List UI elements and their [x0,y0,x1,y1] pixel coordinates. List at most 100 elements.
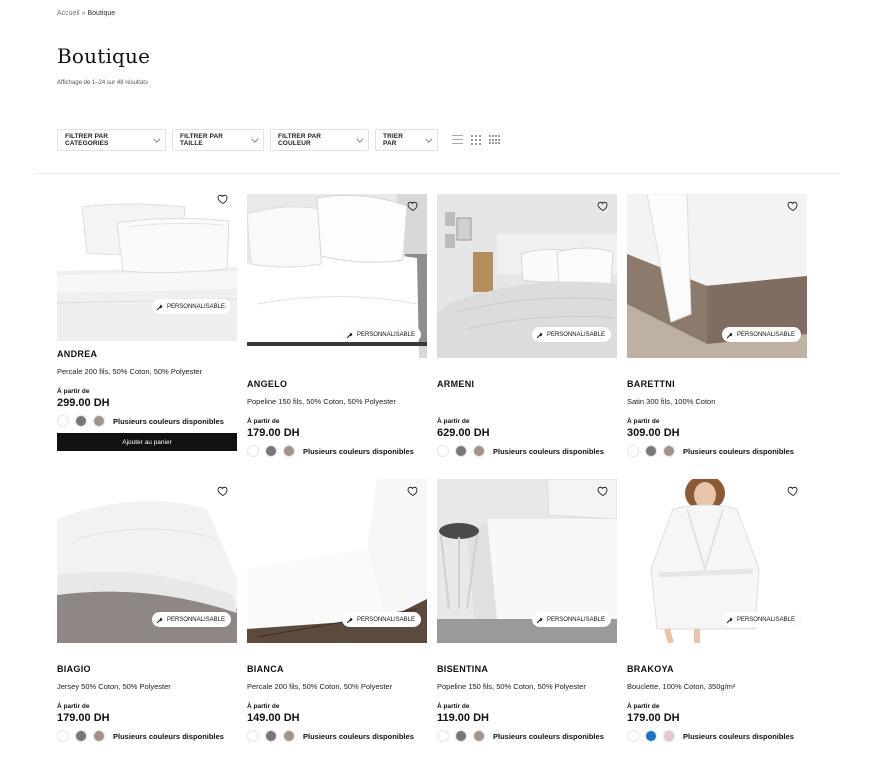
product-name[interactable]: BARETTNI [627,379,807,389]
magic-wand-icon [536,616,544,624]
product-card[interactable]: PERSONNALISABLE BIAGIO Jersey 50% Coton,… [57,479,237,742]
color-swatch-grey[interactable] [455,730,467,742]
color-swatch-grey[interactable] [75,730,87,742]
color-swatch-taupe[interactable] [283,730,295,742]
product-name[interactable]: ANGELO [247,379,427,389]
color-swatch-grey[interactable] [265,445,277,457]
price-from-label: À partir de [57,388,90,395]
product-image[interactable]: PERSONNALISABLE [247,194,427,358]
customizable-label: PERSONNALISABLE [356,331,415,338]
magic-wand-icon [156,616,164,624]
heart-icon[interactable] [787,200,799,212]
color-swatch-white[interactable] [627,730,639,742]
customizable-label: PERSONNALISABLE [546,331,605,338]
product-description: Jersey 50% Coton, 50% Polyester [57,682,171,691]
color-swatch-white[interactable] [437,730,449,742]
product-description: Percale 200 fils, 50% Coton, 50% Polyest… [247,682,393,691]
customizable-label: PERSONNALISABLE [356,616,415,623]
heart-icon[interactable] [217,193,229,205]
product-price: 179.00 DH [247,427,300,439]
product-price: 119.00 DH [437,712,489,724]
heart-icon[interactable] [407,485,419,497]
filter-bar: FILTRER PAR CATEGORIES FILTRER PAR TAILL… [57,129,500,151]
color-swatch-white[interactable] [57,415,69,427]
heart-icon[interactable] [597,200,609,212]
price-from-label: À partir de [437,418,470,425]
color-swatch-grey[interactable] [455,445,467,457]
product-card[interactable]: PERSONNALISABLE BARETTNI Satin 300 fils,… [627,194,807,457]
product-description: Popeline 150 fils, 50% Coton, 50% Polyes… [247,397,396,406]
color-swatch-taupe[interactable] [93,415,105,427]
customizable-badge: PERSONNALISABLE [721,327,801,342]
heart-icon[interactable] [787,485,799,497]
product-name[interactable]: BISENTINA [437,664,617,674]
color-swatches: Plusieurs couleurs disponibles [437,445,617,457]
product-image[interactable]: PERSONNALISABLE [57,193,237,341]
multiple-colors-label: Plusieurs couleurs disponibles [113,731,224,741]
page-title: Boutique [57,44,151,68]
color-swatch-grey[interactable] [265,730,277,742]
filter-size-label: FILTRER PAR TAILLE [180,133,224,147]
magic-wand-icon [536,331,544,339]
color-swatch-taupe[interactable] [663,445,675,457]
heart-icon[interactable] [597,485,609,497]
product-card[interactable]: PERSONNALISABLE BISENTINA Popeline 150 f… [437,479,617,742]
magic-wand-icon [346,331,354,339]
multiple-colors-label: Plusieurs couleurs disponibles [303,731,414,741]
product-name[interactable]: BRAKOYA [627,664,807,674]
color-swatch-white[interactable] [437,445,449,457]
product-price: 179.00 DH [57,712,110,724]
magic-wand-icon [346,616,354,624]
product-card[interactable]: PERSONNALISABLE BRAKOYA Bouclette, 100% … [627,479,807,742]
multiple-colors-label: Plusieurs couleurs disponibles [493,446,604,456]
multiple-colors-label: Plusieurs couleurs disponibles [683,446,794,456]
price-from-label: À partir de [627,418,660,425]
filter-categories-dropdown[interactable]: FILTRER PAR CATEGORIES [57,129,166,151]
product-card[interactable]: PERSONNALISABLE BIANCA Percale 200 fils,… [247,479,427,742]
product-image[interactable]: PERSONNALISABLE [437,479,617,643]
color-swatch-grey[interactable] [645,445,657,457]
grid-3-view-icon[interactable] [471,135,481,145]
color-swatch-taupe[interactable] [93,730,105,742]
heart-icon[interactable] [217,485,229,497]
product-card[interactable]: PERSONNALISABLE ANDREA Percale 200 fils,… [57,193,237,451]
color-swatch-taupe[interactable] [283,445,295,457]
product-card[interactable]: PERSONNALISABLE ARMENI À partir de 629.0… [437,194,617,457]
grid-4-view-icon[interactable] [489,135,500,145]
filter-size-dropdown[interactable]: FILTRER PAR TAILLE [172,129,264,151]
multiple-colors-label: Plusieurs couleurs disponibles [683,731,794,741]
color-swatch-taupe[interactable] [473,730,485,742]
color-swatch-white[interactable] [247,445,259,457]
customizable-badge: PERSONNALISABLE [151,299,231,314]
product-image[interactable]: PERSONNALISABLE [437,194,617,358]
product-image[interactable]: PERSONNALISABLE [627,194,807,358]
product-card[interactable]: PERSONNALISABLE ANGELO Popeline 150 fils… [247,194,427,457]
multiple-colors-label: Plusieurs couleurs disponibles [493,731,604,741]
color-swatches: Plusieurs couleurs disponibles [57,415,237,427]
color-swatch-taupe[interactable] [473,445,485,457]
customizable-label: PERSONNALISABLE [736,616,795,623]
breadcrumb-home-link[interactable]: Accueil [57,10,80,17]
sort-dropdown[interactable]: TRIER PAR [375,129,438,151]
product-image[interactable]: PERSONNALISABLE [247,479,427,643]
color-swatch-white[interactable] [627,445,639,457]
customizable-badge: PERSONNALISABLE [531,327,611,342]
product-name[interactable]: ANDREA [57,349,237,359]
heart-icon[interactable] [407,200,419,212]
product-name[interactable]: BIAGIO [57,664,237,674]
color-swatch-grey[interactable] [75,415,87,427]
list-view-icon[interactable] [452,135,463,145]
color-swatch-white[interactable] [247,730,259,742]
color-swatch-blue[interactable] [645,730,657,742]
price-from-label: À partir de [57,703,90,710]
product-name[interactable]: BIANCA [247,664,427,674]
color-swatch-pink[interactable] [663,730,675,742]
product-price: 309.00 DH [627,427,680,439]
product-name[interactable]: ARMENI [437,379,617,389]
customizable-badge: PERSONNALISABLE [721,612,801,627]
filter-color-dropdown[interactable]: FILTRER PAR COULEUR [270,129,369,151]
color-swatch-white[interactable] [57,730,69,742]
product-image[interactable]: PERSONNALISABLE [627,479,807,643]
add-to-cart-button[interactable]: Ajouter au panier [57,433,237,451]
product-image[interactable]: PERSONNALISABLE [57,479,237,643]
